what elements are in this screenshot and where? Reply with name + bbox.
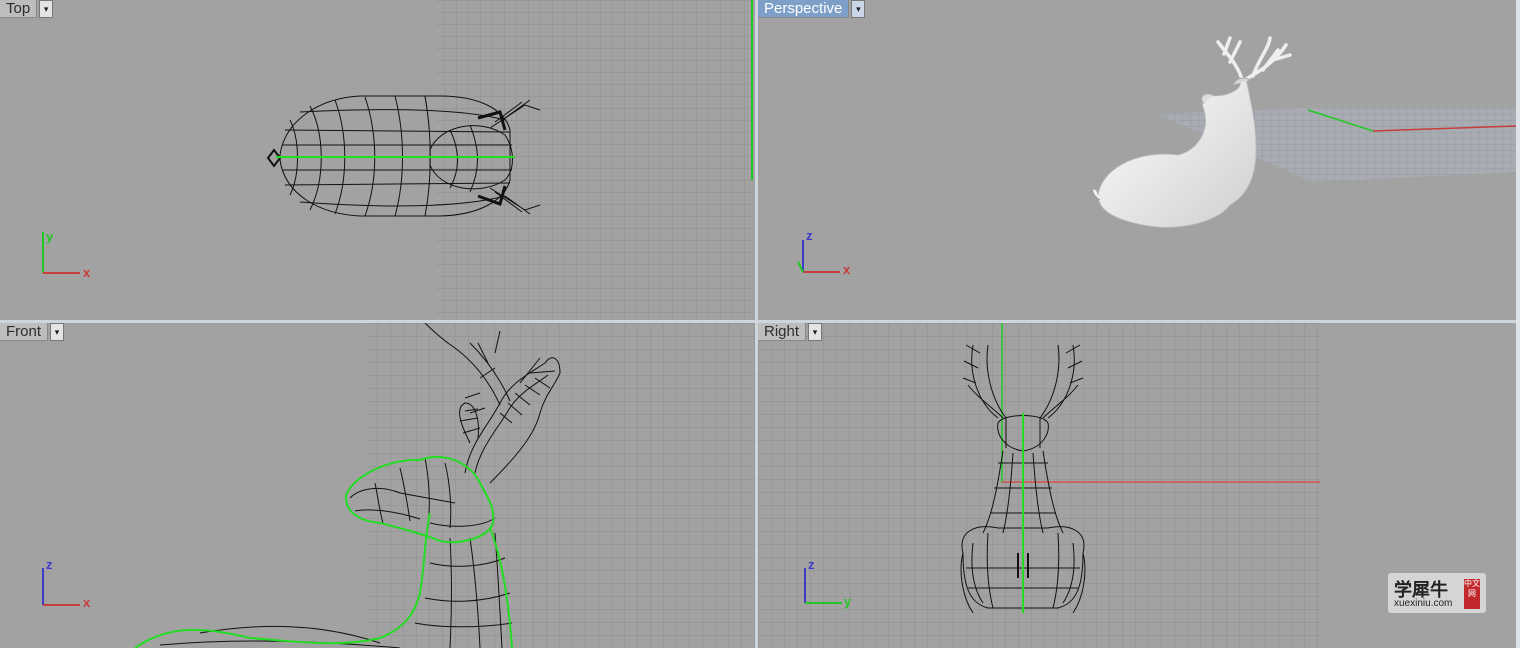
viewport-right-title[interactable]: Right — [758, 323, 807, 341]
axis-y-label: y — [46, 229, 54, 244]
viewport-front-label[interactable]: Front ▾ — [0, 323, 65, 341]
viewport-perspective[interactable]: Perspective ▾ z x — [758, 0, 1516, 320]
axis-x-label: x — [83, 595, 91, 610]
watermark-logo: 学犀牛 xuexiniu.com 中文网 — [1388, 573, 1486, 613]
viewport-perspective-label[interactable]: Perspective ▾ — [758, 0, 866, 18]
viewport-top-dropdown-icon[interactable]: ▾ — [39, 0, 54, 18]
viewport-front-title[interactable]: Front — [0, 323, 49, 341]
watermark-url: xuexiniu.com — [1394, 598, 1453, 609]
axis-z-label: z — [808, 557, 815, 572]
viewport-front[interactable]: Front ▾ z x — [0, 323, 755, 648]
viewport-perspective-title[interactable]: Perspective — [758, 0, 850, 18]
viewport-right-label[interactable]: Right ▾ — [758, 323, 823, 341]
construction-grid — [436, 0, 752, 320]
viewport-front-dropdown-icon[interactable]: ▾ — [50, 323, 65, 341]
viewport-top-canvas[interactable]: y x — [0, 0, 755, 320]
axis-z-label: z — [46, 557, 53, 572]
viewport-right-dropdown-icon[interactable]: ▾ — [808, 323, 823, 341]
axis-x-label: x — [843, 262, 851, 277]
watermark-badge: 中文网 — [1464, 579, 1480, 609]
viewport-perspective-dropdown-icon[interactable]: ▾ — [851, 0, 866, 18]
viewport-top-title[interactable]: Top — [0, 0, 38, 18]
viewport-top-label[interactable]: Top ▾ — [0, 0, 54, 18]
construction-grid — [758, 323, 1320, 648]
viewport-perspective-canvas[interactable]: z x — [758, 0, 1516, 320]
viewport-top[interactable]: Top ▾ y x — [0, 0, 755, 320]
window-edge — [1516, 0, 1520, 648]
axis-z-label: z — [806, 228, 813, 243]
axis-y-label: y — [844, 594, 852, 609]
viewport-front-canvas[interactable]: z x — [0, 323, 755, 648]
axis-x-label: x — [83, 265, 91, 280]
